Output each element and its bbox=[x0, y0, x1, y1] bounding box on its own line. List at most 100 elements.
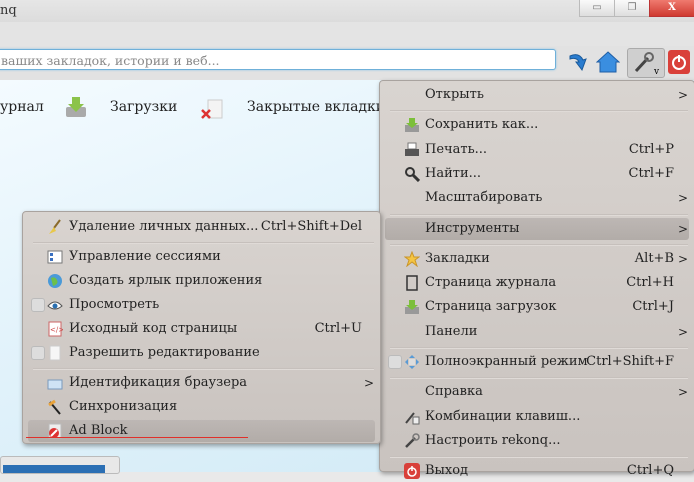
url-input[interactable]: ваших закладок, истории и веб... bbox=[0, 49, 556, 70]
closed-tabs-link[interactable]: Закрытые вкладки bbox=[247, 99, 385, 115]
menu-item-label: Исходный код страницы bbox=[69, 321, 238, 336]
shortcut-label: Ctrl+Shift+F bbox=[586, 354, 674, 369]
reload-button[interactable] bbox=[565, 50, 589, 74]
checkbox[interactable] bbox=[31, 298, 45, 312]
shortcut-label: Ctrl+U bbox=[314, 321, 362, 336]
tools-menu-button[interactable]: v bbox=[627, 48, 665, 78]
menu-separator bbox=[390, 243, 688, 246]
user-agent-icon bbox=[47, 379, 63, 390]
item-12-menu-item[interactable]: Панели > bbox=[380, 321, 694, 343]
menu-item-label: Открыть bbox=[425, 87, 484, 102]
print-menu-item[interactable]: Печать... Ctrl+P bbox=[380, 139, 694, 161]
menu-separator bbox=[33, 368, 374, 370]
restore-icon: ❐ bbox=[627, 2, 637, 13]
tab-bar bbox=[0, 22, 694, 47]
home-button[interactable] bbox=[595, 50, 621, 74]
close-icon: X bbox=[668, 2, 676, 13]
fullscreen-icon bbox=[405, 355, 419, 369]
menu-item-label: Страница загрузок bbox=[425, 299, 557, 315]
item-0-menu-item[interactable]: Открыть > bbox=[380, 84, 694, 106]
quit-button[interactable] bbox=[668, 50, 690, 74]
download-icon bbox=[66, 97, 86, 117]
sessions-icon bbox=[47, 250, 63, 264]
menu-item-label: Идентификация браузера bbox=[69, 375, 248, 390]
save-icon bbox=[405, 118, 419, 133]
reload-icon bbox=[569, 54, 587, 72]
item-16-menu-item[interactable]: Справка > bbox=[380, 381, 694, 403]
document-icon bbox=[49, 345, 61, 361]
menu-item-label: Комбинации клавиш... bbox=[425, 408, 581, 424]
tools-submenu: Удаление личных данных... Ctrl+Shift+Del У… bbox=[22, 211, 381, 444]
globe-icon bbox=[48, 274, 62, 288]
power-icon bbox=[672, 55, 686, 70]
menu-item-label: Управление сессиями bbox=[69, 249, 221, 264]
close-button[interactable]: X bbox=[649, 0, 694, 17]
history-menu-item[interactable]: Страница журнала Ctrl+H bbox=[380, 272, 694, 294]
save-menu-item[interactable]: Сохранить как... bbox=[380, 114, 694, 136]
menu-item-label: Полноэкранный режим bbox=[425, 354, 588, 369]
keyboard-shortcuts-icon bbox=[405, 411, 420, 425]
broom-menu-item[interactable]: Удаление личных данных... Ctrl+Shift+Del bbox=[23, 216, 380, 238]
downloads-link[interactable]: Загрузки bbox=[110, 99, 177, 115]
checkbox[interactable] bbox=[31, 346, 45, 360]
item-5-menu-item[interactable]: Масштабировать > bbox=[380, 187, 694, 209]
source-code-menu-item[interactable]: </> Исходный код страницы Ctrl+U bbox=[23, 318, 380, 340]
chevron-right-icon: > bbox=[677, 251, 688, 266]
search-menu-item[interactable]: Найти... Ctrl+F bbox=[380, 163, 694, 185]
shortcut-label: Ctrl+J bbox=[632, 299, 674, 315]
restore-button[interactable]: ❐ bbox=[614, 0, 650, 17]
history-link[interactable]: урнал bbox=[0, 99, 44, 115]
sync-menu-item[interactable]: Синхронизация bbox=[23, 396, 380, 418]
menu-item-label: Просмотреть bbox=[69, 297, 160, 312]
eye-menu-item[interactable]: Просмотреть bbox=[23, 294, 380, 316]
menu-item-label: Инструменты bbox=[425, 220, 520, 236]
shortcut-label: Ctrl+F bbox=[628, 165, 674, 181]
title-bar: nq ▭ ❐ X bbox=[0, 0, 694, 22]
source-code-icon: </> bbox=[48, 321, 63, 337]
eye-icon bbox=[47, 301, 63, 310]
chevron-right-icon: > bbox=[363, 376, 374, 390]
chevron-right-icon: > bbox=[677, 385, 688, 400]
menu-item-label: Закладки bbox=[425, 250, 490, 266]
menu-separator bbox=[390, 456, 688, 459]
keyboard-shortcuts-menu-item[interactable]: Комбинации клавиш... bbox=[380, 406, 694, 428]
menu-item-label: Страница журнала bbox=[425, 275, 557, 291]
print-icon bbox=[405, 142, 419, 156]
chevron-right-icon: > bbox=[677, 88, 688, 102]
taskbar-thumbnail bbox=[0, 456, 120, 474]
user-agent-menu-item[interactable]: Идентификация браузера > bbox=[23, 372, 380, 394]
menu-item-label: Печать... bbox=[425, 141, 488, 157]
document-menu-item[interactable]: Разрешить редактирование bbox=[23, 342, 380, 364]
menu-separator bbox=[33, 242, 374, 244]
configure-menu-item[interactable]: Настроить rekonq... bbox=[380, 430, 694, 452]
menu-item-label: Синхронизация bbox=[69, 399, 178, 414]
shortcut-label: Ctrl+H bbox=[626, 275, 674, 291]
minimize-icon: ▭ bbox=[592, 2, 602, 13]
menu-item-label: Сохранить как... bbox=[425, 117, 539, 133]
menu-item-label: Выход bbox=[425, 463, 469, 479]
broom-icon bbox=[49, 219, 61, 234]
download-menu-item[interactable]: Страница загрузок Ctrl+J bbox=[380, 296, 694, 318]
menu-item-label: Панели bbox=[425, 323, 478, 339]
star-menu-item[interactable]: Закладки Alt+B > bbox=[380, 248, 694, 270]
annotation-underline bbox=[26, 437, 248, 438]
power-menu-item[interactable]: Выход Ctrl+Q bbox=[380, 460, 694, 482]
checkbox[interactable] bbox=[388, 355, 402, 369]
menu-item-label: Справка bbox=[425, 384, 483, 400]
fullscreen-menu-item[interactable]: Полноэкранный режим Ctrl+Shift+F bbox=[380, 351, 694, 373]
wrench-icon: v bbox=[634, 52, 660, 77]
menu-separator bbox=[390, 213, 688, 216]
adblock-menu-item[interactable]: Ad Block bbox=[28, 420, 375, 442]
home-icon bbox=[595, 51, 621, 73]
shortcut-label: Ctrl+P bbox=[628, 141, 674, 157]
menu-item-label: Настроить rekonq... bbox=[425, 432, 561, 448]
main-menu: Открыть > Сохранить как... Печать... Ctrl+P Н… bbox=[379, 80, 694, 480]
shortcut-label: Alt+B bbox=[634, 250, 674, 266]
menu-separator bbox=[390, 110, 688, 113]
globe-menu-item[interactable]: Создать ярлык приложения bbox=[23, 270, 380, 292]
minimize-button[interactable]: ▭ bbox=[579, 0, 615, 17]
svg-text:v: v bbox=[653, 67, 660, 77]
chevron-right-icon: > bbox=[677, 191, 688, 206]
sessions-menu-item[interactable]: Управление сессиями bbox=[23, 246, 380, 268]
item-7-menu-item[interactable]: Инструменты > bbox=[385, 217, 689, 240]
